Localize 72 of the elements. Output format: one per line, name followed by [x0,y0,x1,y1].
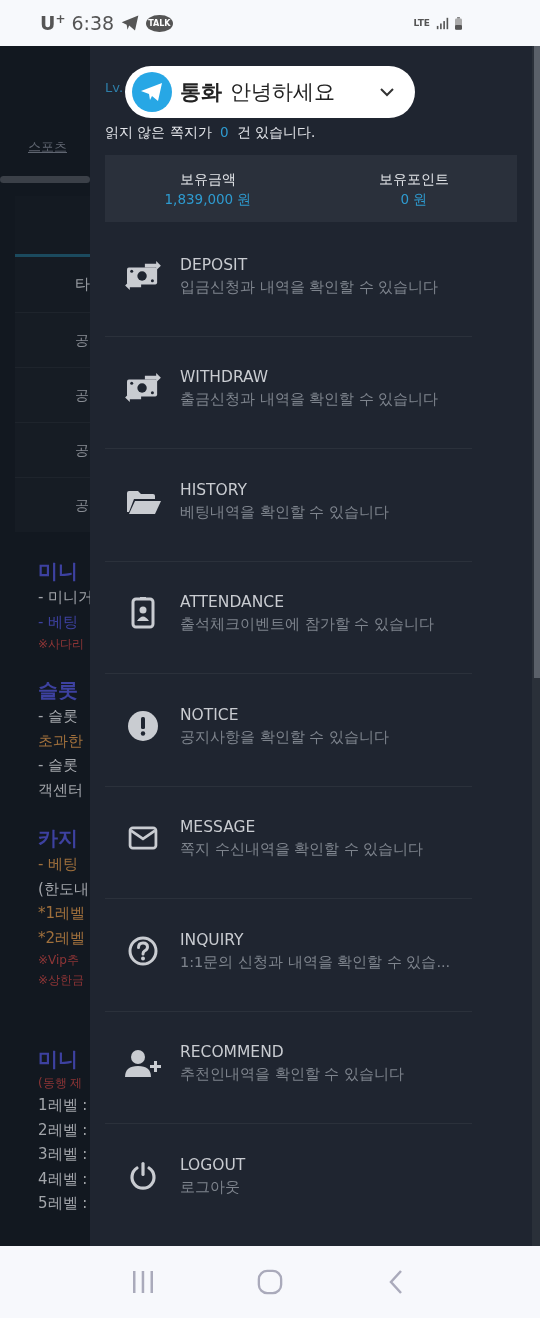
menu-description: 출금신청과 내역을 확인할 수 있습니다 [180,390,439,410]
note-text: 3레벨 : [38,1144,89,1165]
money-exchange-icon[interactable] [123,372,162,405]
note-text: 5레벨 : [38,1193,89,1214]
note-text: - 슬롯 [38,706,80,727]
menu-title[interactable]: LOGOUT [180,1154,246,1177]
money-exchange-icon[interactable] [123,259,162,292]
signal-icon [436,16,449,30]
power-icon[interactable] [127,1161,158,1192]
note-text: ※Vip추 [38,952,80,969]
balance-value: 1,839,000 원 [163,189,253,209]
note-text: ※사다리 [38,636,86,653]
battery-icon [455,16,462,30]
menu-title[interactable]: MESSAGE [180,816,424,839]
table-cell: 공 [15,312,90,367]
menu-description: 쪽지 수신내역을 확인할 수 있습니다 [180,840,424,860]
paper-plane-icon [120,13,141,33]
note-text: (한도내 [38,878,90,900]
menu-title[interactable]: DEPOSIT [180,253,439,276]
exclamation-icon[interactable] [127,710,158,741]
note-text: (동행 제 [38,1075,84,1092]
note-text: 1레벨 : [38,1095,89,1116]
menu-description: 베팅내역을 확인할 수 있습니다 [180,502,389,522]
note-text: *2레벨 [38,927,87,949]
level-label: Lv. [105,80,124,97]
menu-title[interactable]: NOTICE [180,703,389,726]
note-text: *1레벨 [38,903,87,924]
chat-badge: TALK [146,14,173,32]
menu-title[interactable]: WITHDRAW [180,366,439,389]
menu-description: 로그아웃 [180,1178,241,1198]
note-text: - 슬롯 [38,755,80,776]
scrollbar-thumb[interactable] [534,46,540,678]
unread-message: 읽지 않은 쪽지가 0 건 있습니다. [105,124,317,142]
table-cell: 공 [15,477,90,532]
note-text: ※상한금 [38,972,86,989]
menu-title[interactable]: HISTORY [180,478,389,501]
add-user-icon[interactable] [124,1049,161,1078]
menu-title[interactable]: RECOMMEND [180,1041,404,1064]
table-cell: 공 [15,422,90,477]
clock-time: 6:38 [71,12,115,34]
section-heading: 카지 [38,825,79,852]
section-heading: 미니 [38,1046,79,1073]
note-text: 객센터 [38,779,84,801]
envelope-icon[interactable] [127,826,158,851]
notification-message: 안녕하세요 [230,79,336,106]
menu-title[interactable]: INQUIRY [180,928,451,951]
note-text: 4레벨 : [38,1168,89,1190]
table-cell: 공 [15,367,90,422]
note-text: - 미니거 [38,587,90,608]
chevron-down-icon[interactable] [379,87,395,97]
network-label: LTE [413,18,430,28]
section-heading: 미니 [38,558,79,585]
paper-plane-icon [132,72,172,112]
notification-app-label: 통화 [180,79,222,106]
balance-label: 보유금액 [179,169,237,189]
note-text: 2레벨 : [38,1119,89,1141]
menu-description: 출석체크이벤트에 참가할 수 있습니다 [180,615,434,635]
question-icon[interactable] [127,935,158,966]
menu-description: 공지사항을 확인할 수 있습니다 [180,727,389,747]
call-notification[interactable]: 통화 안녕하세요 [125,66,415,118]
note-text: - 베팅 [38,854,80,875]
balance-label: 보유포인트 [378,169,450,189]
note-text: 초과한 [38,730,84,752]
id-badge-icon[interactable] [130,597,155,630]
note-text: - 베팅 [38,611,80,633]
menu-description: 추천인내역을 확인할 수 있습니다 [180,1065,404,1085]
section-heading: 슬롯 [38,677,79,704]
menu-description: 입금신청과 내역을 확인할 수 있습니다 [180,277,439,297]
carrier-label: U$^{+}$ [40,11,66,35]
menu-title[interactable]: ATTENDANCE [180,591,434,614]
menu-description: 1:1문의 신청과 내역을 확인할 수 있습... [180,952,451,972]
balance-value: 0 원 [399,189,429,209]
